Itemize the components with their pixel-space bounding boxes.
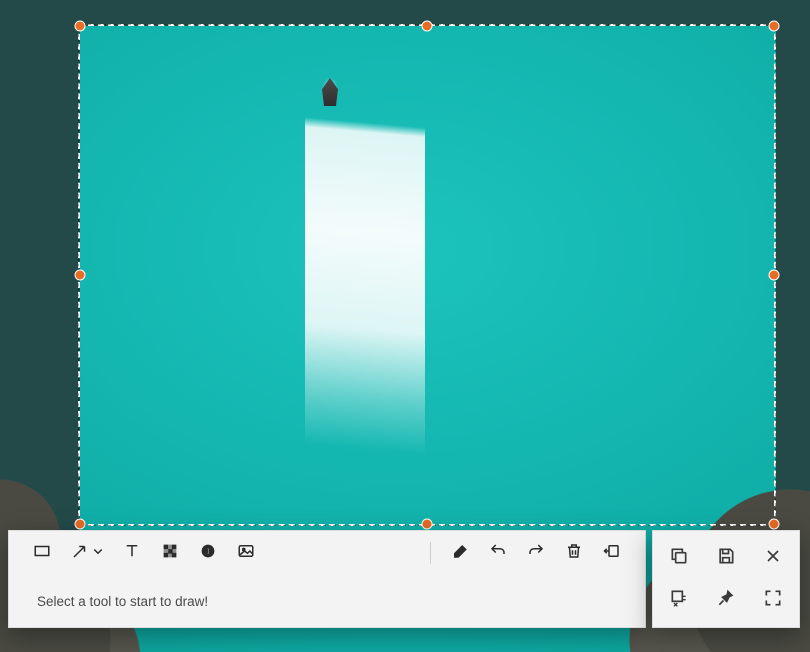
chevron-down-icon — [89, 542, 107, 565]
arrow-tool-dropdown[interactable] — [91, 538, 105, 568]
undo-button[interactable] — [483, 538, 513, 568]
fullscreen-icon — [763, 588, 783, 613]
copy-button[interactable] — [661, 540, 697, 576]
trash-icon — [565, 542, 583, 565]
image-icon — [237, 542, 255, 565]
main-toolbar: 1 — [8, 530, 646, 628]
action-toolbar — [652, 530, 800, 628]
hint-text: Select a tool to start to draw! — [37, 594, 208, 609]
redo-icon — [527, 542, 545, 565]
resize-handle-top-right[interactable] — [769, 21, 780, 32]
eraser-button[interactable] — [445, 538, 475, 568]
options-icon — [669, 588, 689, 613]
copy-icon — [669, 546, 689, 571]
close-button[interactable] — [755, 540, 791, 576]
resize-handle-middle-left[interactable] — [75, 270, 86, 281]
arrow-tool-button[interactable] — [65, 538, 109, 568]
pixelate-tool-button[interactable] — [155, 538, 185, 568]
image-tool-button[interactable] — [231, 538, 261, 568]
delete-button[interactable] — [559, 538, 589, 568]
revert-icon — [603, 542, 621, 565]
resize-handle-middle-right[interactable] — [769, 270, 780, 281]
revert-button[interactable] — [597, 538, 627, 568]
fullscreen-button[interactable] — [755, 582, 791, 618]
pin-button[interactable] — [708, 582, 744, 618]
redo-button[interactable] — [521, 538, 551, 568]
resize-handle-top-center[interactable] — [422, 21, 433, 32]
resize-handle-bottom-center[interactable] — [422, 519, 433, 530]
eraser-icon — [451, 542, 469, 565]
action-row-2 — [661, 580, 791, 620]
rectangle-tool-button[interactable] — [27, 538, 57, 568]
counter-tool-button[interactable]: 1 — [193, 538, 223, 568]
selection-rectangle[interactable] — [78, 24, 776, 526]
arrow-icon — [71, 542, 89, 565]
text-tool-button[interactable] — [117, 538, 147, 568]
save-button[interactable] — [708, 540, 744, 576]
close-icon — [763, 546, 783, 571]
svg-text:1: 1 — [206, 547, 211, 556]
counter-icon: 1 — [199, 542, 217, 565]
save-icon — [716, 546, 736, 571]
action-row-1 — [661, 538, 791, 578]
toolbar-row: 1 — [9, 531, 645, 575]
rectangle-icon — [33, 542, 51, 565]
toolbar-separator — [430, 542, 431, 564]
resize-handle-bottom-right[interactable] — [769, 519, 780, 530]
text-icon — [123, 542, 141, 565]
resize-handle-top-left[interactable] — [75, 21, 86, 32]
pin-icon — [716, 588, 736, 613]
resize-handle-bottom-left[interactable] — [75, 519, 86, 530]
pixelate-icon — [161, 542, 179, 565]
undo-icon — [489, 542, 507, 565]
options-button[interactable] — [661, 582, 697, 618]
